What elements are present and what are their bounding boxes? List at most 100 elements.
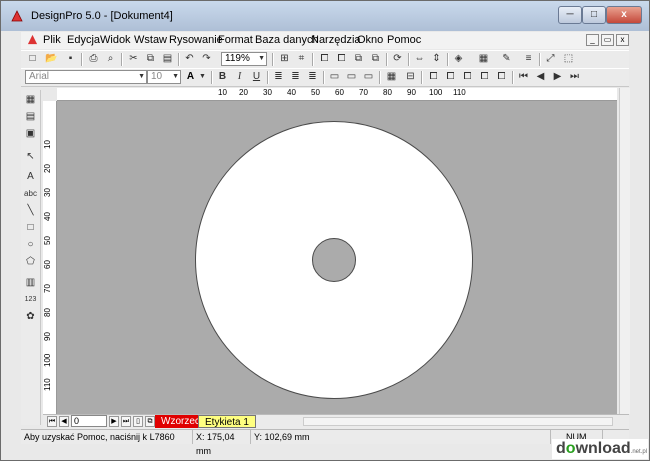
add-page-icon[interactable]: ⧉ bbox=[145, 416, 155, 427]
valign-top-icon[interactable]: ▭ bbox=[327, 70, 342, 84]
bold-button[interactable]: B bbox=[215, 70, 230, 84]
page-icon[interactable]: ▯ bbox=[133, 416, 143, 427]
ungroup-icon[interactable]: ⧉ bbox=[368, 52, 383, 66]
chevron-down-icon[interactable]: ▼ bbox=[195, 70, 210, 84]
pen-icon[interactable]: ✎ bbox=[499, 52, 514, 66]
menu-narzedzia[interactable]: Narzędzia bbox=[311, 34, 361, 46]
last-record-icon[interactable]: ⏭ bbox=[567, 70, 582, 84]
valign-bottom-icon[interactable]: ▭ bbox=[361, 70, 376, 84]
ellipse-tool-icon[interactable]: ○ bbox=[23, 238, 38, 252]
align-left-icon[interactable]: ≣ bbox=[271, 70, 286, 84]
document-icon[interactable] bbox=[27, 34, 38, 45]
align-objects-icon[interactable]: ⊟ bbox=[403, 70, 418, 84]
rotate-icon[interactable]: ⟳ bbox=[390, 52, 405, 66]
polygon-tool-icon[interactable]: ⬠ bbox=[23, 255, 38, 269]
line-style-icon[interactable]: ≡ bbox=[521, 52, 536, 66]
page-number-field[interactable]: 0 bbox=[71, 415, 107, 427]
bring-front-icon[interactable]: ⧠ bbox=[317, 52, 332, 66]
ruler-label: 90 bbox=[43, 332, 52, 341]
print-preview-icon[interactable]: ⌕ bbox=[103, 52, 118, 66]
resize-icon[interactable]: ⤢ bbox=[543, 52, 558, 66]
rectangle-tool-icon[interactable]: □ bbox=[23, 221, 38, 235]
font-size-combo[interactable]: 10 ▼ bbox=[147, 70, 181, 84]
font-name-combo[interactable]: Arial ▼ bbox=[25, 70, 147, 84]
first-record-icon[interactable]: ⏮ bbox=[516, 70, 531, 84]
picture-tool-icon[interactable]: ✿ bbox=[23, 310, 38, 324]
first-page-icon[interactable]: ⏮ bbox=[47, 416, 57, 427]
tab-etykieta-1[interactable]: Etykieta 1 bbox=[198, 415, 256, 428]
same-size-icon[interactable]: ⧠ bbox=[460, 70, 475, 84]
same-height-icon[interactable]: ⧠ bbox=[494, 70, 509, 84]
menu-rysowanie[interactable]: Rysowanie bbox=[169, 34, 223, 46]
snap-grid-icon[interactable]: ⊞ bbox=[277, 52, 292, 66]
pointer-tool-icon[interactable]: ↖ bbox=[23, 150, 38, 164]
image-library-icon[interactable]: ▣ bbox=[23, 127, 38, 141]
next-page-icon[interactable]: ▶ bbox=[109, 416, 119, 427]
maximize-button[interactable]: □ bbox=[582, 6, 606, 24]
cut-icon[interactable]: ✂ bbox=[126, 52, 141, 66]
print-icon[interactable]: ⎙ bbox=[86, 52, 101, 66]
design-canvas[interactable] bbox=[57, 101, 617, 414]
ruler-label: 60 bbox=[43, 260, 52, 269]
valign-middle-icon[interactable]: ▭ bbox=[344, 70, 359, 84]
same-width-icon[interactable]: ⧠ bbox=[477, 70, 492, 84]
text-box-tool-icon[interactable]: A bbox=[23, 170, 38, 184]
prev-record-icon[interactable]: ◀ bbox=[533, 70, 548, 84]
window-title: DesignPro 5.0 - [Dokument4] bbox=[31, 10, 173, 22]
line-tool-icon[interactable]: ╲ bbox=[23, 204, 38, 218]
menu-edycja[interactable]: Edycja bbox=[67, 34, 100, 46]
fill-bucket-icon[interactable]: ◈ bbox=[451, 52, 466, 66]
zoom-combo[interactable]: 119% ▼ bbox=[221, 52, 267, 66]
cd-label-shape[interactable] bbox=[195, 121, 473, 399]
undo-icon[interactable]: ↶ bbox=[182, 52, 197, 66]
ruler-label: 20 bbox=[43, 164, 52, 173]
next-record-icon[interactable]: ▶ bbox=[550, 70, 565, 84]
crop-icon[interactable]: ⌗ bbox=[294, 52, 309, 66]
menu-plik[interactable]: Plik bbox=[43, 34, 61, 46]
flip-vertical-icon[interactable]: ⇕ bbox=[429, 52, 444, 66]
underline-button[interactable]: U bbox=[249, 70, 264, 84]
send-back-icon[interactable]: ⧠ bbox=[334, 52, 349, 66]
ruler-label: 60 bbox=[335, 88, 344, 97]
vertical-scrollbar[interactable] bbox=[619, 88, 630, 414]
copy-icon[interactable]: ⧉ bbox=[143, 52, 158, 66]
prev-page-icon[interactable]: ◀ bbox=[59, 416, 69, 427]
close-button[interactable]: x bbox=[606, 6, 642, 24]
align-center-icon[interactable]: ≣ bbox=[288, 70, 303, 84]
align-right-icon[interactable]: ≣ bbox=[305, 70, 320, 84]
menu-wstaw[interactable]: Wstaw bbox=[134, 34, 167, 46]
text-tool-icon[interactable]: abc bbox=[23, 187, 38, 201]
print-setup-icon[interactable]: ▤ bbox=[23, 110, 38, 124]
mdi-minimize-button[interactable]: _ bbox=[586, 34, 599, 46]
italic-button[interactable]: I bbox=[232, 70, 247, 84]
menu-baza-danych[interactable]: Baza danych bbox=[255, 34, 319, 46]
redo-icon[interactable]: ↷ bbox=[199, 52, 214, 66]
counter-tool-icon[interactable]: 123 bbox=[23, 293, 38, 307]
menu-format[interactable]: Format bbox=[218, 34, 253, 46]
mdi-close-button[interactable]: x bbox=[616, 34, 629, 46]
minimize-button[interactable]: ─ bbox=[558, 6, 582, 24]
calendar-icon[interactable]: ▦ bbox=[384, 70, 399, 84]
pattern-icon[interactable]: ▦ bbox=[476, 52, 491, 66]
distribute-h-icon[interactable]: ⧠ bbox=[426, 70, 441, 84]
last-page-icon[interactable]: ⏭ bbox=[121, 416, 131, 427]
download-watermark-logo: download.net.pl bbox=[552, 439, 648, 459]
mdi-restore-button[interactable]: ▭ bbox=[601, 34, 614, 46]
ruler-label: 110 bbox=[453, 88, 466, 97]
paste-icon[interactable]: ▤ bbox=[160, 52, 175, 66]
menu-okno[interactable]: Okno bbox=[357, 34, 383, 46]
barcode-tool-icon[interactable]: ▥ bbox=[23, 276, 38, 290]
horizontal-scrollbar[interactable] bbox=[303, 417, 613, 426]
menu-widok[interactable]: Widok bbox=[100, 34, 131, 46]
fit-icon[interactable]: ⬚ bbox=[561, 52, 576, 66]
save-icon[interactable]: ▪ bbox=[63, 52, 78, 66]
ruler-label: 20 bbox=[239, 88, 248, 97]
new-file-icon[interactable]: □ bbox=[25, 52, 40, 66]
ruler-label: 10 bbox=[218, 88, 227, 97]
group-icon[interactable]: ⧉ bbox=[351, 52, 366, 66]
layout-icon[interactable]: ▦ bbox=[23, 93, 38, 107]
open-folder-icon[interactable]: 📂 bbox=[44, 52, 59, 66]
distribute-v-icon[interactable]: ⧠ bbox=[443, 70, 458, 84]
menu-pomoc[interactable]: Pomoc bbox=[387, 34, 421, 46]
flip-horizontal-icon[interactable]: ⇔ bbox=[412, 52, 427, 66]
